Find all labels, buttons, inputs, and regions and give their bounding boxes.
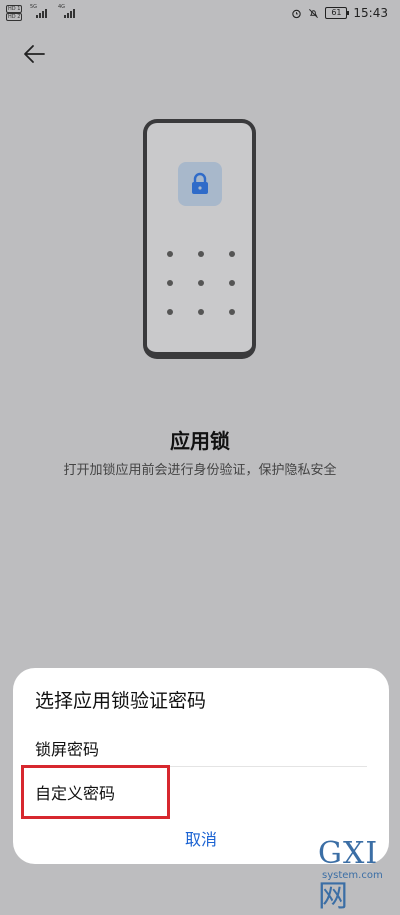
pattern-dot: [167, 251, 173, 257]
mute-icon: [309, 8, 319, 18]
arrow-left-icon: [24, 45, 45, 63]
watermark: GXI网 system.com: [318, 836, 394, 914]
pattern-dot: [229, 251, 235, 257]
pattern-dot: [198, 251, 204, 257]
status-bar: HD 1 HD 2 5G 4G 61 15:43: [0, 0, 400, 28]
dialog-title: 选择应用锁验证密码: [35, 690, 207, 712]
divider: [35, 766, 367, 767]
clock: 15:43: [353, 6, 388, 20]
watermark-site: system.com: [322, 870, 383, 881]
sim1-label: HD 1: [6, 5, 23, 13]
sim2-label: HD 2: [6, 13, 23, 21]
pattern-dot: [229, 309, 235, 315]
battery-icon: 61: [325, 7, 350, 19]
pattern-dot: [198, 280, 204, 286]
pattern-dot: [229, 280, 235, 286]
sim-indicators: HD 1 HD 2: [6, 5, 23, 21]
phone-illustration: [143, 119, 256, 359]
pattern-dot: [167, 309, 173, 315]
page-subtitle: 打开加锁应用前会进行身份验证，保护隐私安全: [63, 463, 337, 478]
alarm-icon: [292, 9, 302, 18]
pattern-dots: [167, 251, 237, 321]
option-custom-password[interactable]: 自定义密码: [35, 780, 367, 810]
back-button[interactable]: [18, 38, 50, 70]
password-type-dialog: 选择应用锁验证密码 锁屏密码 自定义密码 取消: [13, 668, 389, 864]
pattern-dot: [167, 280, 173, 286]
option-lock-screen-password[interactable]: 锁屏密码: [35, 736, 367, 766]
pattern-dot: [198, 309, 204, 315]
page-title: 应用锁: [170, 429, 230, 453]
lock-tile: [178, 162, 222, 206]
lock-icon: [192, 172, 208, 194]
